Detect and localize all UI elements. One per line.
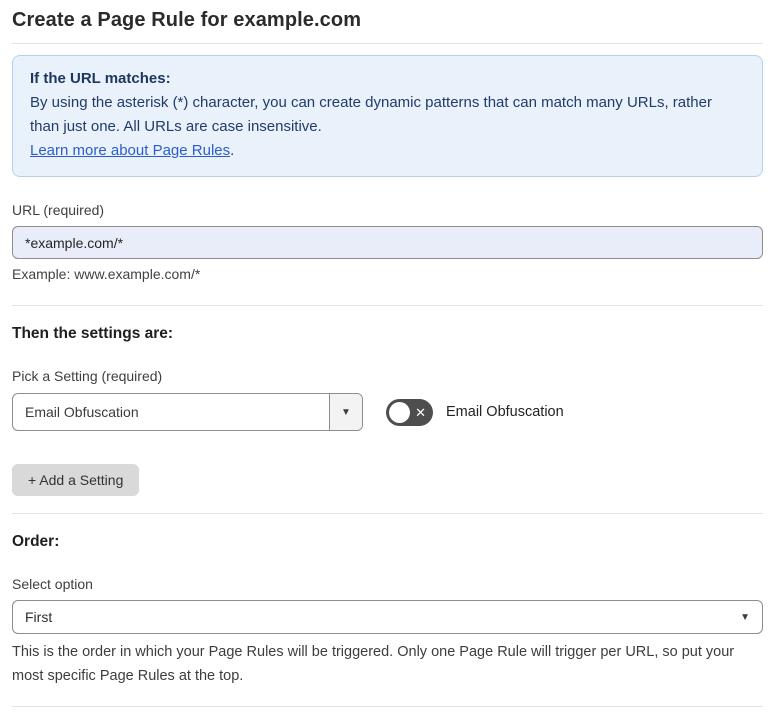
setting-dropdown-value: Email Obfuscation <box>25 404 139 420</box>
dropdown-arrow-icon: ▼ <box>341 406 351 418</box>
toggle-off-x-icon: ✕ <box>415 404 426 420</box>
url-section-divider <box>12 305 763 306</box>
select-chevron-icon: ▼ <box>740 611 750 623</box>
page-rule-form: Create a Page Rule for example.com If th… <box>0 9 775 717</box>
url-example-text: Example: www.example.com/* <box>12 266 201 282</box>
settings-section-heading: Then the settings are: <box>12 325 174 342</box>
title-divider <box>12 43 763 44</box>
setting-dropdown[interactable]: Email Obfuscation ▼ <box>12 393 363 431</box>
setting-row: Email Obfuscation ▼ ✕ Email Obfuscation <box>12 393 763 431</box>
url-label: URL (required) <box>12 202 105 218</box>
order-select-label: Select option <box>12 576 93 592</box>
pick-setting-label: Pick a Setting (required) <box>12 368 163 384</box>
info-box-heading: If the URL matches: <box>30 70 171 87</box>
email-obfuscation-toggle[interactable]: ✕ <box>386 398 433 426</box>
order-section-heading: Order: <box>12 533 60 550</box>
footer-divider <box>12 706 763 707</box>
url-match-info-box: If the URL matches: By using the asteris… <box>12 55 763 177</box>
order-select-value: First <box>25 609 53 625</box>
info-box-link-line: Learn more about Page Rules. <box>30 139 745 163</box>
add-setting-button[interactable]: + Add a Setting <box>12 464 140 496</box>
url-input[interactable] <box>12 226 763 259</box>
link-suffix: . <box>230 142 235 159</box>
info-box-body: By using the asterisk (*) character, you… <box>30 94 712 135</box>
settings-section-divider <box>12 513 763 514</box>
email-obfuscation-toggle-group: ✕ Email Obfuscation <box>386 398 564 426</box>
order-select[interactable]: First ▼ <box>12 600 763 634</box>
order-help-text: This is the order in which your Page Rul… <box>12 644 735 684</box>
toggle-label: Email Obfuscation <box>446 404 564 420</box>
learn-more-link[interactable]: Learn more about Page Rules <box>30 142 230 159</box>
setting-dropdown-arrow-button[interactable]: ▼ <box>329 394 362 430</box>
page-title: Create a Page Rule for example.com <box>12 9 362 31</box>
toggle-knob <box>389 401 410 423</box>
